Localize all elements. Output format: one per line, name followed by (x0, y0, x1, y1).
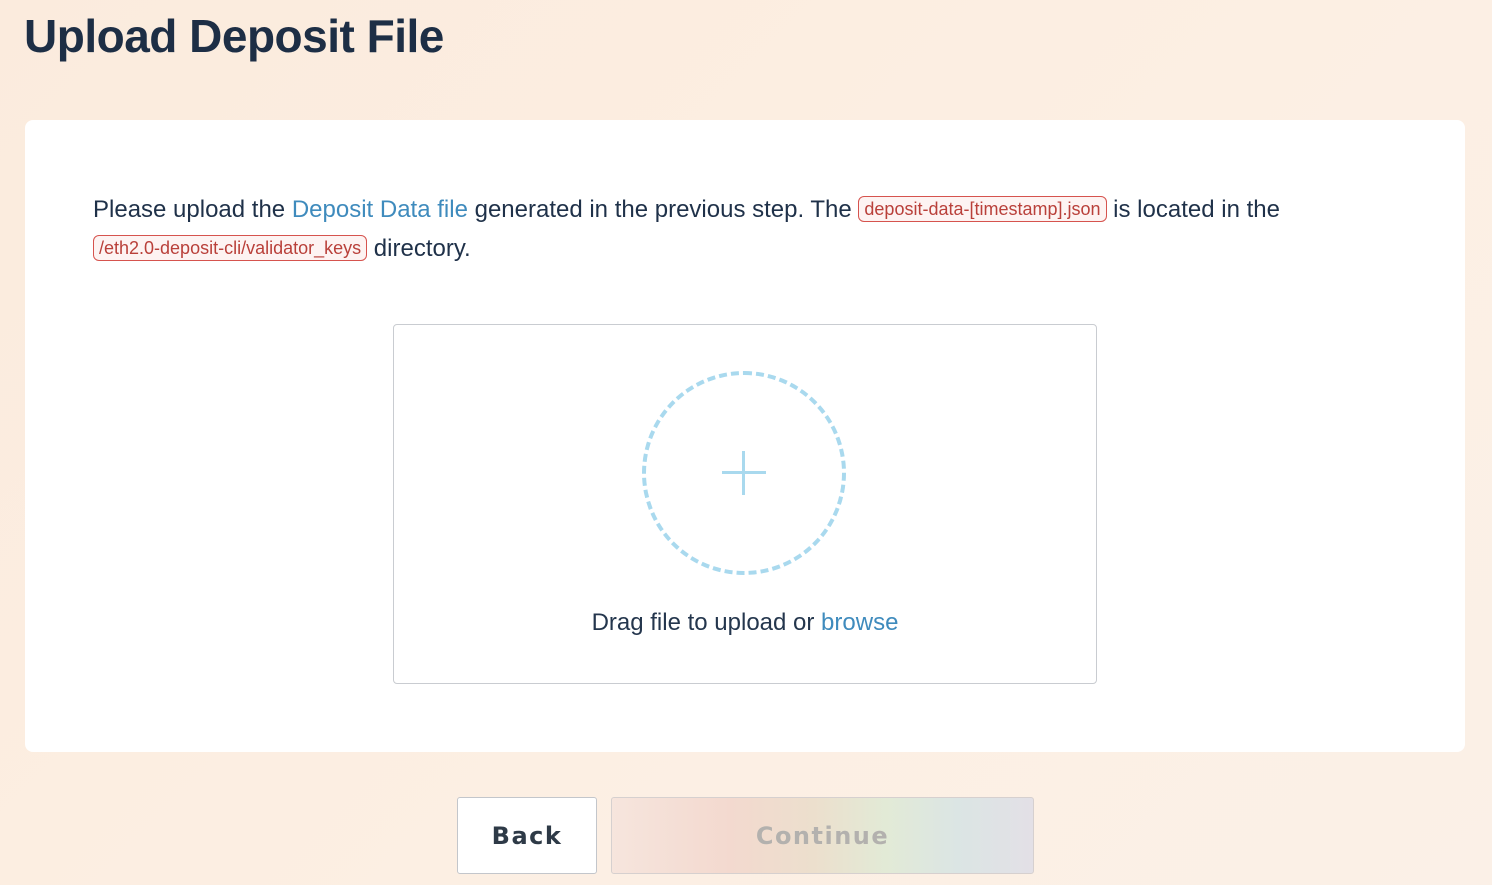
deposit-file-name-code: deposit-data-[timestamp].json (858, 196, 1107, 222)
dropzone-prompt-text: Drag file to upload or (591, 609, 822, 636)
upload-circle[interactable] (642, 371, 846, 575)
browse-link[interactable]: browse (821, 609, 898, 636)
file-dropzone[interactable]: Drag file to upload or browse (393, 324, 1097, 684)
page-title: Upload Deposit File (24, 10, 444, 62)
instructions-text-4: directory. (367, 235, 471, 262)
instructions-text-3: is located in the (1106, 196, 1280, 223)
validator-keys-directory-code: /eth2.0-deposit-cli/validator_keys (93, 235, 368, 261)
deposit-data-file-link[interactable]: Deposit Data file (292, 196, 468, 223)
plus-icon (722, 451, 766, 495)
dropzone-prompt: Drag file to upload or browse (394, 607, 1096, 639)
instructions-text-2: generated in the previous step. The (467, 196, 859, 223)
instructions-text-1: Please upload the (93, 196, 292, 223)
back-button[interactable]: Back (457, 797, 597, 874)
upload-instructions: Please upload the Deposit Data file gene… (93, 190, 1393, 268)
upload-card: Please upload the Deposit Data file gene… (25, 120, 1465, 752)
continue-button[interactable]: Continue (611, 797, 1034, 874)
